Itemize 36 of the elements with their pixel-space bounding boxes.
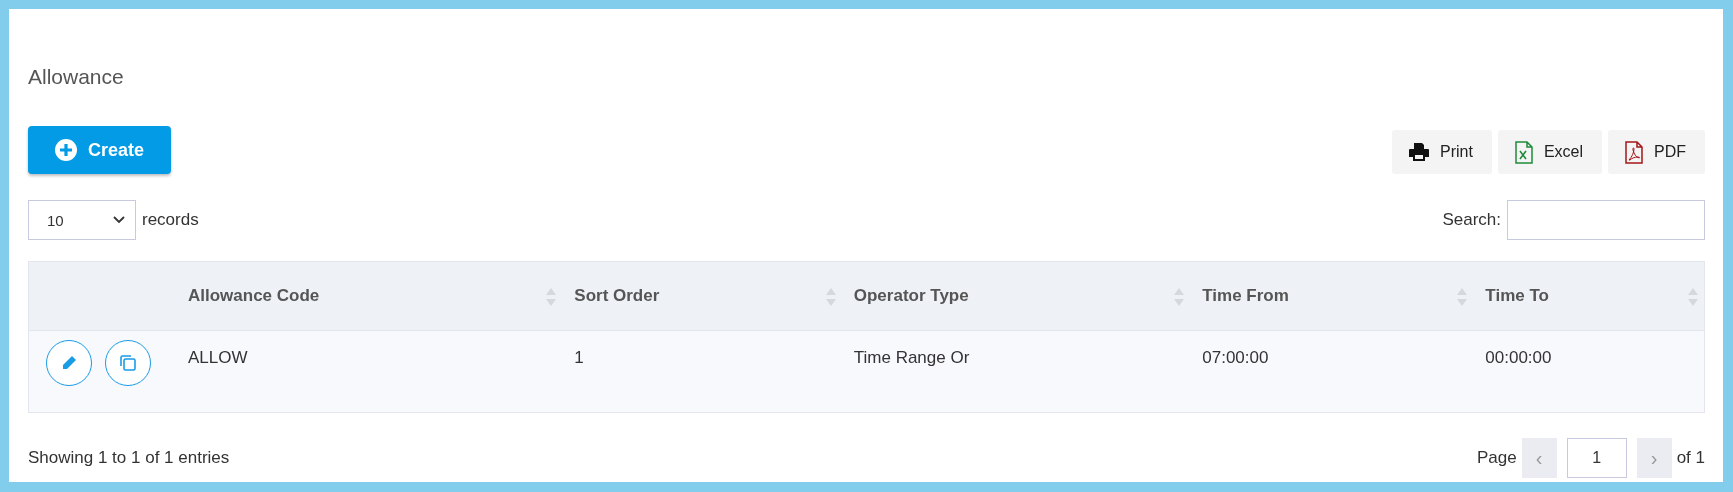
print-button[interactable]: Print — [1391, 130, 1492, 174]
table-cell: 00:00:00 — [1485, 348, 1552, 367]
copy-icon — [119, 354, 137, 372]
printer-icon — [1408, 143, 1429, 161]
table-cell: ALLOW — [188, 348, 248, 367]
pdf-button[interactable]: PDF — [1608, 130, 1705, 174]
sort-arrows-icon[interactable] — [825, 288, 836, 306]
column-header[interactable]: Sort Order — [574, 286, 660, 305]
page-title: Allowance — [28, 65, 125, 89]
sort-arrows-icon[interactable] — [1688, 288, 1698, 306]
spreadsheet-file-icon — [1514, 140, 1533, 164]
column-header[interactable]: Time To — [1485, 286, 1549, 305]
column-header[interactable]: Allowance Code — [188, 286, 320, 305]
records-label: records — [142, 210, 199, 230]
table-cell: Time Range Or — [853, 348, 970, 367]
column-header[interactable]: Operator Type — [853, 286, 969, 305]
edit-button[interactable] — [46, 340, 92, 386]
page-label: Page — [1476, 448, 1517, 468]
column-header[interactable]: Time From — [1202, 286, 1289, 305]
page-number-field[interactable]: 1 — [1566, 438, 1627, 478]
pdf-file-icon — [1625, 140, 1643, 164]
records-select[interactable]: 10 — [28, 200, 136, 240]
plus-circle-icon — [55, 139, 77, 161]
sort-arrows-icon[interactable] — [546, 288, 557, 306]
sort-arrows-icon[interactable] — [1457, 288, 1468, 306]
search-label: Search: — [1442, 210, 1501, 230]
table-cell: 07:00:00 — [1202, 348, 1269, 367]
search-field[interactable] — [1507, 200, 1705, 240]
pencil-icon — [61, 355, 77, 371]
chevron-down-icon — [113, 216, 125, 224]
copy-button[interactable] — [105, 340, 151, 386]
table-cell: 1 — [574, 348, 584, 367]
page-count: of 1 — [1676, 448, 1705, 468]
sort-arrows-icon[interactable] — [1174, 288, 1185, 306]
entries-info: Showing 1 to 1 of 1 entries — [28, 448, 230, 468]
excel-button[interactable]: Excel — [1497, 130, 1602, 174]
